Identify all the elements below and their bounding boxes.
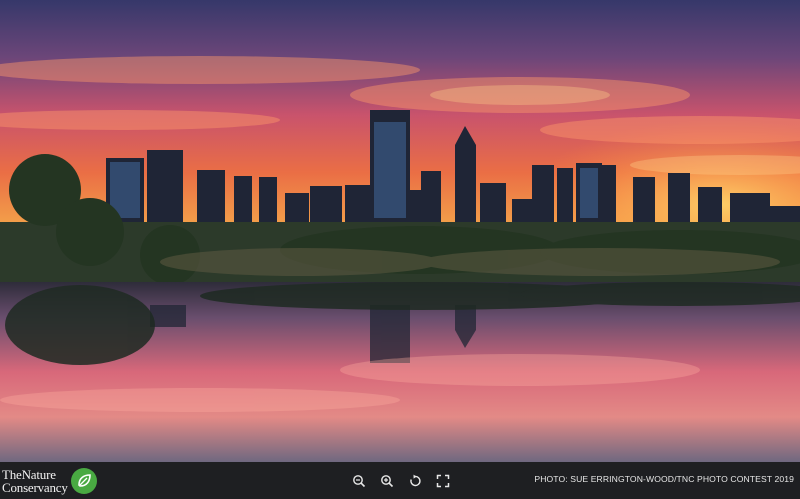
leaf-globe-icon (70, 467, 97, 494)
tnc-logo[interactable]: TheNature Conservancy (2, 465, 97, 496)
skyline-photo (0, 0, 800, 462)
rotate-icon (410, 474, 421, 487)
logo-text: TheNature Conservancy (2, 468, 68, 494)
image-controls (350, 471, 452, 491)
fullscreen-button[interactable] (434, 471, 452, 491)
zoom-in-icon (381, 475, 394, 488)
fullscreen-icon (436, 474, 450, 488)
zoom-out-button[interactable] (350, 471, 368, 491)
logo-line-2: Conservancy (2, 479, 68, 495)
zoom-in-button[interactable] (378, 471, 396, 491)
viewer-toolbar-bar: TheNature Conservancy PHOTO: SUE ERRINGT… (0, 462, 800, 499)
zoom-out-icon (353, 475, 366, 488)
logo-line-1: TheNature (2, 466, 56, 482)
photo-viewer[interactable] (0, 0, 800, 462)
rotate-button[interactable] (406, 471, 424, 491)
photo-credit: PHOTO: SUE ERRINGTON-WOOD/TNC PHOTO CONT… (534, 474, 794, 484)
